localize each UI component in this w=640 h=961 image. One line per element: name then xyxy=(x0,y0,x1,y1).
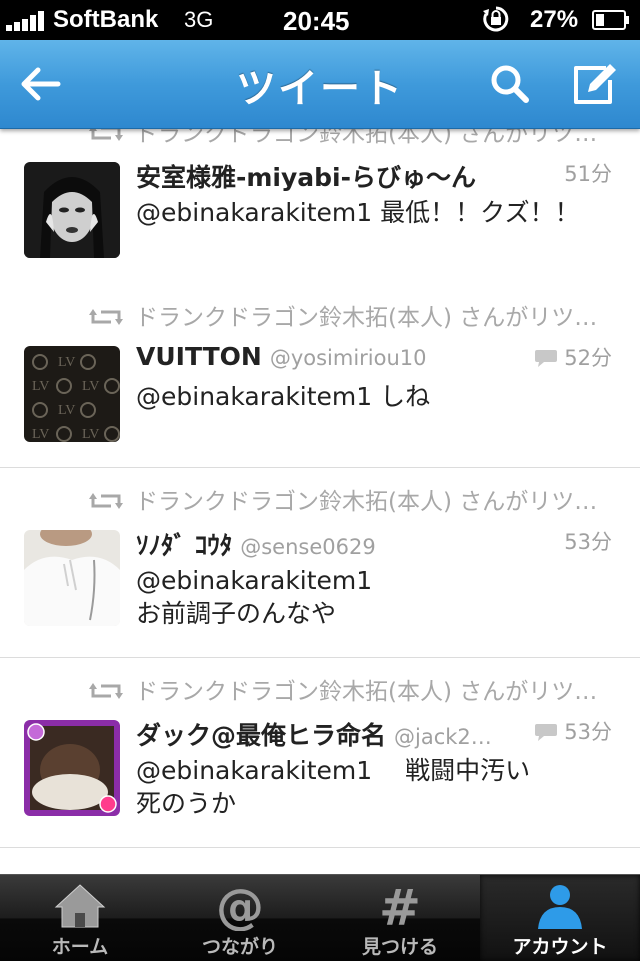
monogram-pattern-image: LV LV LV LV LV LV xyxy=(24,346,120,442)
tweet-item[interactable]: ドランクドラゴン鈴木拓(本人) さんがリツ… 安室様雅-miyabi-らびゅ〜ん… xyxy=(0,128,640,285)
tweet-time: 51分 xyxy=(558,158,612,188)
tweet-text: @ebinakarakitem1 戦闘中汚い 死のうか xyxy=(136,756,531,818)
svg-text:LV: LV xyxy=(82,427,99,442)
status-bar: SoftBank 3G 20:45 27% xyxy=(0,0,640,40)
svg-text:LV: LV xyxy=(58,403,75,418)
svg-text:LV: LV xyxy=(82,379,99,394)
tab-connect[interactable]: @ つながり xyxy=(160,875,320,961)
game-card-image xyxy=(24,720,120,816)
tweet-text: @ebinakarakitem1 しね xyxy=(136,382,431,411)
retweet-icon xyxy=(89,128,123,141)
tweet-header: ｿﾉﾀﾞ ｺｳﾀ @sense0629 53分 xyxy=(136,526,612,562)
tweet-item[interactable] xyxy=(0,848,640,874)
avatar[interactable]: LV LV LV LV LV LV xyxy=(24,346,120,442)
avatar[interactable] xyxy=(24,162,120,258)
tweet-header: ダック@最俺ヒラ命名 @jack2… 53分 xyxy=(136,716,612,752)
svg-text:#: # xyxy=(379,881,421,931)
display-name[interactable]: ダック@最俺ヒラ命名 xyxy=(136,721,386,750)
retweet-icon xyxy=(89,683,123,699)
tab-discover[interactable]: # 見つける xyxy=(320,875,480,961)
tweet-time: 53分 xyxy=(528,716,612,746)
tweet-item[interactable]: ドランクドラゴン鈴木拓(本人) さんがリツ… ダック@最俺ヒラ命名 @jack2…… xyxy=(0,658,640,848)
signal-icon xyxy=(6,11,48,31)
battery-icon xyxy=(592,10,629,30)
search-icon xyxy=(491,65,529,103)
svg-text:LV: LV xyxy=(32,379,49,394)
retweet-icon xyxy=(89,309,123,325)
display-name[interactable]: VUITTON xyxy=(136,342,262,371)
tab-account-label: アカウント xyxy=(512,936,608,958)
user-handle[interactable]: @jack2… xyxy=(394,725,492,749)
svg-text:LV: LV xyxy=(32,427,49,442)
user-handle[interactable]: @yosimiriou10 xyxy=(270,346,427,370)
user-handle[interactable]: @sense0629 xyxy=(240,535,375,559)
compose-button[interactable] xyxy=(570,60,618,108)
avatar[interactable] xyxy=(24,720,120,816)
at-icon: @ xyxy=(216,881,264,931)
conversation-icon xyxy=(535,724,558,741)
retweet-indicator: ドランクドラゴン鈴木拓(本人) さんがリツ… xyxy=(89,482,619,516)
tab-account[interactable]: アカウント xyxy=(480,875,640,961)
retweet-indicator: ドランクドラゴン鈴木拓(本人) さんがリツ… xyxy=(89,128,619,148)
svg-text:LV: LV xyxy=(58,355,75,370)
avatar[interactable] xyxy=(24,530,120,626)
tab-connect-label: つながり xyxy=(201,936,278,958)
retweet-icon xyxy=(89,493,123,509)
retweet-indicator: ドランクドラゴン鈴木拓(本人) さんがリツ… xyxy=(89,672,619,706)
tab-home[interactable]: ホーム xyxy=(0,875,160,961)
clock: 20:45 xyxy=(283,6,350,36)
tweet-time: 53分 xyxy=(558,526,612,556)
tweet-header: VUITTON @yosimiriou10 52分 xyxy=(136,342,612,378)
tab-home-label: ホーム xyxy=(51,936,109,958)
compose-icon xyxy=(574,64,616,104)
display-name[interactable]: 安室様雅-miyabi-らびゅ〜ん xyxy=(136,163,476,192)
navigation-bar: ツイート xyxy=(0,40,640,129)
svg-text:@: @ xyxy=(216,881,264,931)
tweet-text: @ebinakarakitem1 最低！！クズ！！ xyxy=(136,198,580,227)
network-type: 3G xyxy=(184,7,214,32)
tab-bar: ホーム @ つながり # 見つける アカウント xyxy=(0,874,640,961)
battery-percent: 27% xyxy=(530,6,579,33)
tweet-header: 安室様雅-miyabi-らびゅ〜ん 51分 xyxy=(136,158,612,194)
conversation-icon xyxy=(535,350,558,367)
search-button[interactable] xyxy=(486,60,534,108)
hash-icon: # xyxy=(379,881,421,931)
rotation-lock-icon xyxy=(483,6,509,32)
person-icon xyxy=(538,885,582,929)
profile-photo xyxy=(24,530,120,626)
tweet-time: 52分 xyxy=(528,342,612,372)
retweet-indicator: ドランクドラゴン鈴木拓(本人) さんがリツ… xyxy=(89,298,619,332)
home-icon xyxy=(54,884,106,928)
portrait-image xyxy=(24,162,120,258)
tweet-text: @ebinakarakitem1 お前調子のんなや xyxy=(136,566,373,628)
tweet-item[interactable]: ドランクドラゴン鈴木拓(本人) さんがリツ… LV LV LV LV LV LV VUI… xyxy=(0,284,640,468)
tweet-timeline[interactable]: ドランクドラゴン鈴木拓(本人) さんがリツ… 安室様雅-miyabi-らびゅ〜ん… xyxy=(0,128,640,874)
carrier-name: SoftBank xyxy=(53,6,159,33)
display-name[interactable]: ｿﾉﾀﾞ ｺｳﾀ xyxy=(136,531,232,560)
tab-discover-label: 見つける xyxy=(361,936,438,958)
tweet-item[interactable]: ドランクドラゴン鈴木拓(本人) さんがリツ… ｿﾉﾀﾞ ｺｳﾀ @sense062… xyxy=(0,468,640,658)
page-title: ツイート xyxy=(236,66,404,112)
